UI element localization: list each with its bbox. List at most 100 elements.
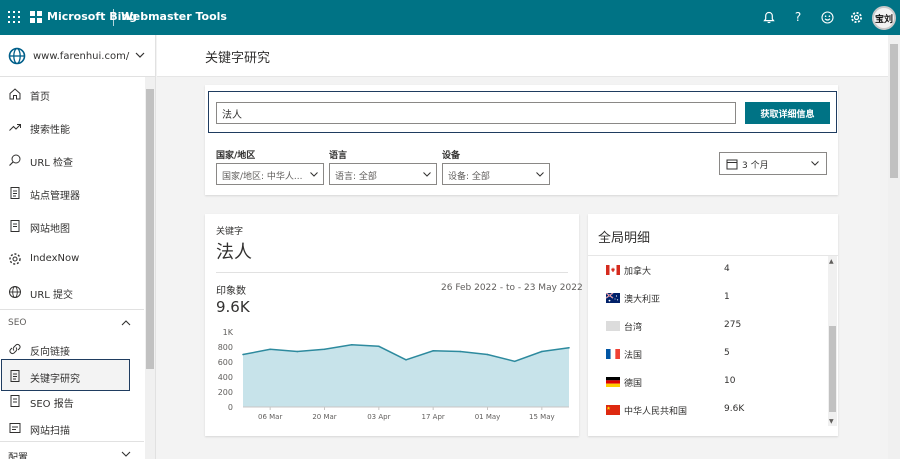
sidebar-item-home[interactable]: 首页	[0, 80, 144, 108]
globe-icon	[8, 47, 26, 68]
country-row: 德国 10	[588, 368, 824, 396]
top-bar: Microsoft Bing Webmaster Tools ? 宝刘	[0, 0, 900, 35]
avatar[interactable]: 宝刘	[872, 6, 896, 30]
language-filter-value: 语言: 全部	[335, 172, 377, 182]
sidebar-item-url-submission[interactable]: URL 提交	[0, 278, 144, 306]
sitemap-icon	[8, 219, 22, 233]
keyword-search-input[interactable]	[216, 102, 736, 124]
chevron-down-icon[interactable]	[134, 49, 146, 64]
area-fill	[243, 344, 569, 407]
x-tick-label: 17 Apr	[422, 413, 445, 421]
smile-icon[interactable]	[819, 9, 835, 25]
help-icon[interactable]: ?	[790, 9, 806, 25]
country-name: 德国	[624, 379, 643, 389]
sidebar-scrollbar-thumb[interactable]	[146, 89, 154, 369]
scroll-up-icon[interactable]: ▲	[829, 258, 834, 265]
country-filter-value: 国家/地区: 中华人...	[222, 172, 303, 182]
gear-icon[interactable]	[848, 9, 864, 25]
site-selector[interactable]: www.farenhui.com/	[0, 35, 156, 77]
sidebar-item-indexnow[interactable]: IndexNow	[0, 245, 144, 273]
germany-flag-icon	[606, 377, 620, 387]
country-value: 1	[724, 292, 730, 302]
divider	[216, 272, 568, 273]
divider	[0, 441, 144, 442]
sidebar-item-label: 搜索性能	[30, 125, 70, 136]
chevron-down-icon[interactable]	[120, 448, 132, 459]
country-name: 澳大利亚	[624, 295, 661, 305]
data-point	[405, 359, 407, 361]
sidebar-item-label: 反向链接	[30, 347, 70, 358]
data-point	[269, 348, 271, 351]
report-icon	[8, 394, 22, 408]
blank-flag-icon	[606, 321, 620, 331]
country-row: 台湾 275	[588, 312, 824, 340]
sidebar-item-site-scan[interactable]: 网站扫描	[0, 414, 144, 442]
page-scrollbar-thumb[interactable]	[890, 44, 898, 178]
gear-icon	[8, 252, 22, 266]
breakdown-scrollbar[interactable]: ▲ ▼	[828, 256, 837, 426]
country-name: 法国	[624, 351, 643, 361]
country-value: 10	[724, 376, 736, 386]
country-row: 澳大利亚 1	[588, 284, 824, 312]
sidebar-item-label: 首页	[30, 92, 50, 103]
country-filter-select[interactable]: 国家/地区: 中华人...	[216, 163, 324, 185]
country-name: 加拿大	[624, 267, 652, 277]
data-point	[378, 345, 380, 348]
keyword-card: 关键字 法人 印象数 9.6K 26 Feb 2022 - to - 23 Ma…	[205, 214, 583, 436]
country-name: 台湾	[624, 323, 643, 333]
document-icon	[8, 369, 22, 383]
date-range-value: 3 个月	[742, 161, 769, 171]
sidebar-item-label: URL 提交	[30, 290, 74, 301]
device-filter-value: 设备: 全部	[448, 172, 490, 182]
y-tick-label: 200	[218, 388, 233, 397]
country-row: 中华人民共和国 9.6K	[588, 396, 824, 424]
sidebar-item-sitemaps[interactable]: 网站地图	[0, 212, 144, 240]
search-icon	[8, 153, 22, 167]
sidebar-item-label: 关键字研究	[30, 374, 80, 385]
sidebar: www.farenhui.com/ 首页 搜索性能 URL 检查 站点管理器 网…	[0, 35, 156, 459]
data-point	[486, 353, 489, 356]
chevron-down-icon	[309, 169, 319, 182]
scroll-down-icon[interactable]: ▼	[829, 418, 834, 425]
divider	[0, 309, 144, 310]
data-point	[432, 350, 434, 352]
sidebar-item-label: URL 检查	[30, 158, 74, 169]
france-flag-icon	[606, 349, 620, 359]
product-name[interactable]: Webmaster Tools	[121, 10, 227, 23]
x-tick-label: 06 Mar	[258, 413, 282, 421]
language-filter-label: 语言	[329, 151, 348, 161]
trend-icon	[8, 120, 22, 134]
chevron-down-icon	[422, 169, 432, 182]
keyword-value: 法人	[216, 242, 252, 263]
canada-flag-icon	[606, 265, 620, 275]
globe-icon	[8, 285, 22, 299]
sidebar-item-seo-reports[interactable]: SEO 报告	[0, 387, 144, 415]
breakdown-scrollbar-thumb[interactable]	[829, 326, 836, 412]
sidebar-item-label: 网站地图	[30, 224, 70, 235]
get-details-button[interactable]: 获取详细信息	[745, 102, 830, 124]
site-url: www.farenhui.com/	[33, 51, 130, 62]
sidebar-item-search-performance[interactable]: 搜索性能	[0, 113, 144, 141]
device-filter-label: 设备	[442, 151, 461, 161]
app-launcher-icon[interactable]	[8, 11, 20, 23]
y-tick-label: 800	[218, 343, 233, 352]
document-icon	[8, 186, 22, 200]
scan-icon	[8, 421, 22, 435]
sidebar-item-label: 网站扫描	[30, 426, 70, 437]
sidebar-item-url-inspection[interactable]: URL 检查	[0, 146, 144, 174]
page-scrollbar[interactable]	[888, 35, 900, 459]
country-value: 9.6K	[724, 404, 745, 414]
x-tick-label: 03 Apr	[367, 413, 390, 421]
language-filter-select[interactable]: 语言: 全部	[329, 163, 437, 185]
country-value: 275	[724, 320, 742, 330]
global-breakdown-card: 全局明细 加拿大 4 澳大利亚 1 台湾 275 法国 5 德国 10 中华人民…	[588, 214, 838, 436]
chevron-down-icon	[810, 158, 820, 171]
sidebar-item-site-explorer[interactable]: 站点管理器	[0, 179, 144, 207]
bell-icon[interactable]	[761, 9, 777, 25]
chevron-up-icon[interactable]	[120, 317, 132, 332]
page-title: 关键字研究	[205, 51, 271, 66]
date-range-select[interactable]: 3 个月	[719, 152, 827, 175]
device-filter-select[interactable]: 设备: 全部	[442, 163, 550, 185]
y-tick-label: 600	[218, 358, 233, 367]
sidebar-item-label: IndexNow	[30, 253, 80, 264]
